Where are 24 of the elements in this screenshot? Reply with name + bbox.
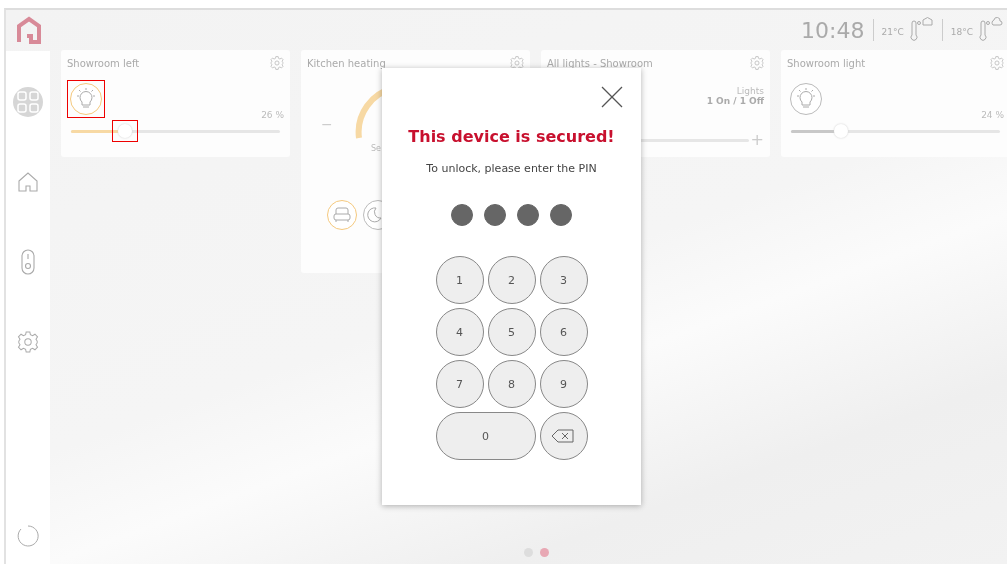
card-title: Showroom left	[67, 57, 140, 69]
dialog-title: This device is secured!	[408, 127, 615, 146]
keypad-key[interactable]: 2	[487, 256, 536, 304]
setpoint-caption: Se	[371, 144, 381, 153]
keypad-key[interactable]: 1	[435, 256, 484, 304]
keypad-key[interactable]: 5	[487, 308, 536, 356]
keypad-key[interactable]: 8	[487, 360, 536, 408]
keypad-key[interactable]: 4	[435, 308, 484, 356]
dim-level-text: 24 %	[980, 110, 1004, 120]
keypad-key[interactable]: 0	[435, 412, 536, 460]
temperature-reading: 18°C	[950, 27, 973, 37]
group-label: Lights	[736, 86, 764, 96]
card-title: All lights - Showroom	[547, 57, 653, 69]
keypad-key[interactable]: 7	[435, 360, 484, 408]
temperature-reading: 21°C	[881, 27, 904, 37]
clock-time: 10:48	[801, 17, 865, 43]
dialog-message: To unlock, please enter the PIN	[426, 162, 597, 175]
keypad-key[interactable]: 6	[539, 308, 588, 356]
card-title: Kitchen heating	[307, 57, 386, 69]
keypad-key[interactable]: 3	[539, 256, 588, 304]
dim-level-text: 26 %	[260, 110, 284, 120]
card-title: Showroom light	[787, 57, 866, 69]
keypad-key[interactable]: 9	[539, 360, 588, 408]
group-status: 1 On / 1 Off	[706, 96, 764, 106]
